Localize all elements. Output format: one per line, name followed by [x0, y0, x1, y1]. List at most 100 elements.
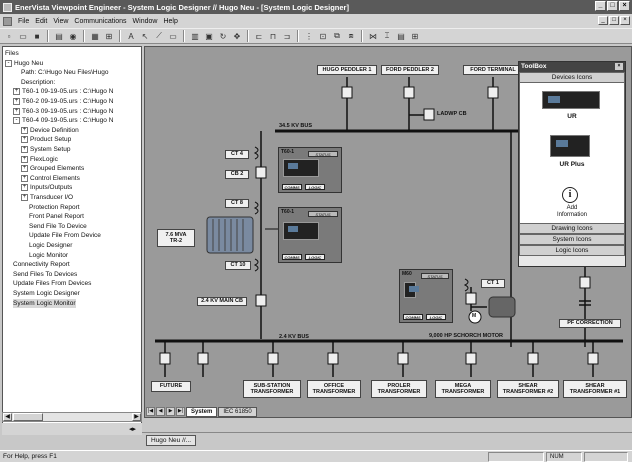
tree-item[interactable]: + T60-3 09-19-05.urs : C:\Hugo N — [13, 107, 113, 116]
logic-button[interactable]: LOGIC — [305, 254, 325, 260]
section-devices-icons[interactable]: Devices Icons — [519, 72, 625, 83]
tree-item[interactable]: + T60-2 09-19-05.urs : C:\Hugo N — [13, 97, 113, 106]
section-drawing-icons[interactable]: Drawing Icons — [519, 223, 625, 234]
comms-button[interactable]: COMMS — [282, 254, 302, 260]
line-icon[interactable]: ⟋ — [153, 30, 165, 42]
logic-button[interactable]: LOGIC — [426, 314, 446, 320]
distribute-icon[interactable]: ⋮ — [303, 30, 315, 42]
bus-icon[interactable]: ▭ — [167, 30, 179, 42]
info-icon[interactable]: i — [562, 187, 578, 203]
tree-item[interactable]: Description: — [21, 78, 55, 87]
text-icon[interactable]: A — [125, 30, 137, 42]
logic-button[interactable]: LOGIC — [305, 184, 325, 190]
tree-item[interactable]: + Inputs/Outputs — [21, 183, 72, 192]
tree-item[interactable]: + FlexLogic — [21, 155, 58, 164]
tab-last-icon[interactable]: ▶| — [176, 407, 185, 416]
tree-item[interactable]: + T60-1 09-19-05.urs : C:\Hugo N — [13, 87, 113, 96]
relay-t60[interactable]: T60-1 STATUS COMMS LOGIC — [278, 147, 342, 193]
tree-item[interactable]: Send Files To Devices — [13, 270, 77, 279]
expand-icon[interactable]: + — [21, 165, 28, 173]
align-icon[interactable]: ▥ — [189, 30, 201, 42]
tree-item[interactable]: - Hugo Neu — [5, 59, 43, 68]
menu-help[interactable]: Help — [163, 18, 177, 25]
tree-item[interactable]: + Device Definition — [21, 126, 79, 135]
bring-front-icon[interactable]: ⧉ — [331, 30, 343, 42]
tree-horizontal-scrollbar[interactable]: ◀ ▶ — [2, 412, 142, 422]
expand-icon[interactable]: + — [13, 107, 20, 115]
tree-item[interactable]: Logic Monitor — [29, 251, 68, 260]
align-right-icon[interactable]: ⊐ — [281, 30, 293, 42]
comms-button[interactable]: COMMS — [282, 184, 302, 190]
rotate-icon[interactable]: ↻ — [217, 30, 229, 42]
pin-icon[interactable]: ◂▸ — [129, 425, 136, 433]
expand-icon[interactable]: + — [13, 98, 20, 105]
tree-item[interactable]: System Logic Monitor — [13, 298, 76, 308]
tree-item[interactable]: Logic Designer — [29, 241, 72, 250]
tree-item[interactable]: System Logic Designer — [13, 289, 80, 298]
menu-file[interactable]: File — [18, 18, 29, 25]
tree-item[interactable]: Update Files From Devices — [13, 279, 91, 288]
tree-item[interactable]: Connectivity Report — [13, 260, 70, 269]
expand-icon[interactable]: + — [21, 146, 28, 153]
scroll-right-icon[interactable]: ▶ — [132, 413, 141, 421]
expand-icon[interactable]: + — [21, 174, 28, 182]
tree-item[interactable]: - T60-4 09-19-05.urs : C:\Hugo N — [13, 116, 113, 125]
tree-item[interactable]: Front Panel Report — [29, 212, 84, 221]
flip-icon[interactable]: ⋈ — [367, 30, 379, 42]
tree-item[interactable]: + Control Elements — [21, 174, 80, 183]
open-icon[interactable]: ▭ — [17, 30, 29, 42]
tree-item[interactable]: + Grouped Elements — [21, 164, 84, 173]
tree-item[interactable]: Protection Report — [29, 203, 80, 212]
ur-plus-device-icon[interactable] — [550, 135, 590, 157]
scroll-thumb[interactable] — [13, 413, 43, 421]
collapse-icon[interactable]: - — [13, 117, 20, 125]
layout-icon[interactable]: ⊞ — [409, 30, 421, 42]
tree-item[interactable]: Update File From Device — [29, 231, 101, 240]
same-size-icon[interactable]: ⊡ — [317, 30, 329, 42]
new-icon[interactable]: ▫ — [3, 30, 15, 42]
mdi-restore-button[interactable]: □ — [609, 16, 619, 25]
print-icon[interactable]: ▤ — [53, 30, 65, 42]
relay-status[interactable]: STATUS — [308, 211, 338, 217]
expand-icon[interactable]: + — [21, 126, 28, 134]
task-hugo-neu[interactable]: Hugo Neu //... — [146, 435, 197, 446]
menu-window[interactable]: Window — [133, 18, 158, 25]
expand-icon[interactable]: + — [21, 155, 28, 163]
tab-next-icon[interactable]: ▶ — [166, 407, 175, 416]
relay-m60[interactable]: M60 STATUS COMMS LOGIC — [399, 269, 453, 323]
tab-iec-61850[interactable]: IEC 61850 — [218, 406, 257, 417]
tab-first-icon[interactable]: |◀ — [146, 407, 155, 416]
align-left-icon[interactable]: ⊏ — [253, 30, 265, 42]
relay-t60[interactable]: T60-1 STATUS COMMS LOGIC — [278, 207, 342, 263]
toolbox-close-button[interactable]: × — [615, 63, 623, 70]
pan-icon[interactable]: ✥ — [231, 30, 243, 42]
tree-item[interactable]: Path: C:\Hugo Neu Files\Hugo — [21, 68, 108, 77]
comms-button[interactable]: COMMS — [403, 314, 423, 320]
save-icon[interactable]: ■ — [31, 30, 43, 42]
zoom-icon[interactable]: ⊞ — [103, 30, 115, 42]
table-icon[interactable]: ▤ — [395, 30, 407, 42]
maximize-button[interactable]: □ — [607, 1, 618, 11]
align-center-icon[interactable]: ⊓ — [267, 30, 279, 42]
send-back-icon[interactable]: ⧈ — [345, 30, 357, 42]
collapse-icon[interactable]: - — [5, 59, 12, 67]
tab-prev-icon[interactable]: ◀ — [156, 407, 165, 416]
mirror-icon[interactable]: ⌶ — [381, 30, 393, 42]
tree-item[interactable]: Files — [5, 49, 19, 58]
tree-item[interactable]: + System Setup — [21, 145, 70, 154]
document-icon[interactable] — [3, 16, 12, 26]
minimize-button[interactable]: _ — [595, 1, 606, 11]
relay-status[interactable]: STATUS — [308, 151, 338, 157]
grid-icon[interactable]: ▦ — [89, 30, 101, 42]
tab-system[interactable]: System — [186, 406, 218, 417]
scroll-left-icon[interactable]: ◀ — [3, 413, 12, 421]
tree-item[interactable]: + Product Setup — [21, 135, 71, 144]
expand-icon[interactable]: + — [21, 194, 28, 201]
section-logic-icons[interactable]: Logic Icons — [519, 245, 625, 256]
section-system-icons[interactable]: System Icons — [519, 234, 625, 245]
connect-icon[interactable]: ◉ — [67, 30, 79, 42]
tree-item[interactable]: + Transducer I/O — [21, 193, 73, 202]
pointer-icon[interactable]: ↖ — [139, 30, 151, 42]
mdi-minimize-button[interactable]: _ — [598, 16, 608, 25]
group-icon[interactable]: ▣ — [203, 30, 215, 42]
